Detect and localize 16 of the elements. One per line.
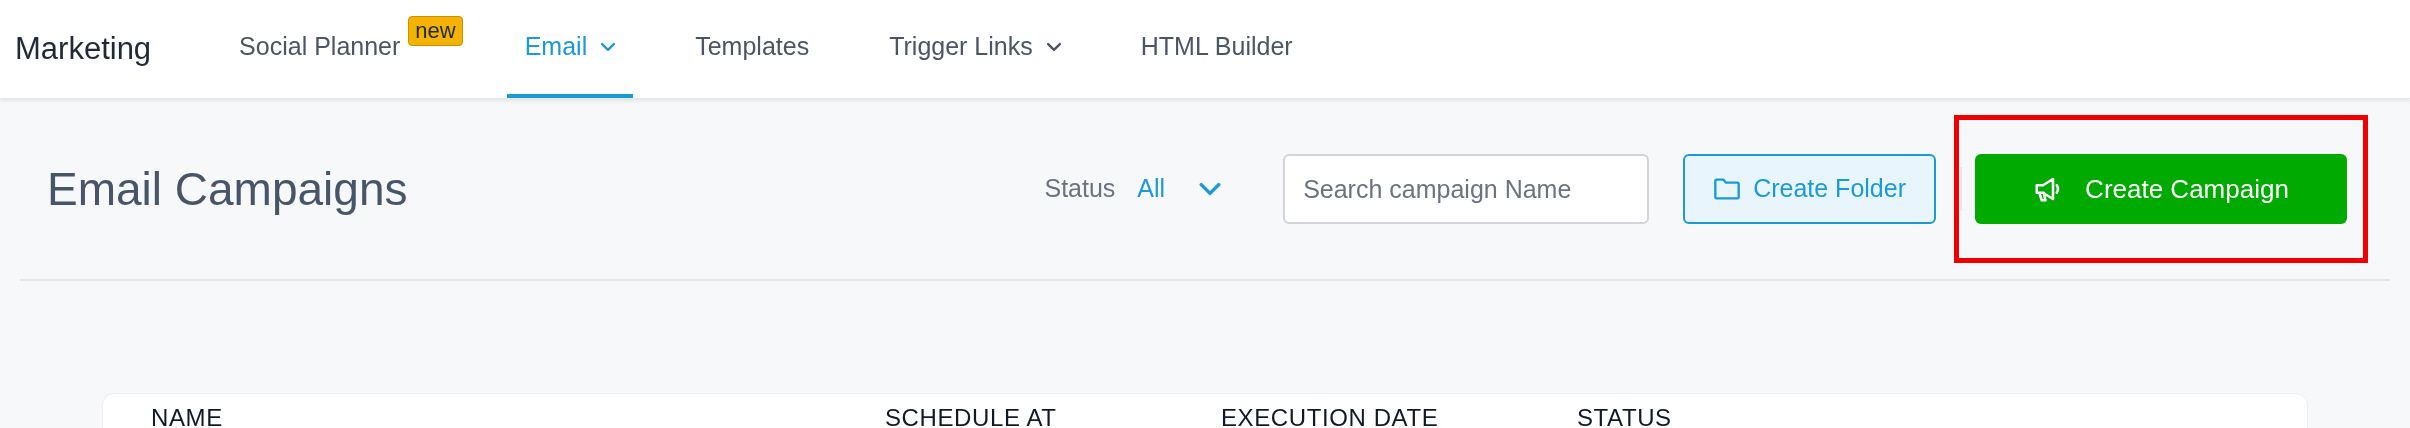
nav-tab[interactable]: HTML Builder — [1122, 0, 1311, 98]
column-header: NAME — [151, 403, 224, 428]
app-title: Marketing — [15, 29, 152, 68]
status-label: Status — [1044, 173, 1116, 205]
search-field[interactable]: Search campaign Name — [1283, 154, 1650, 224]
column-header: SCHEDULE AT — [885, 403, 1058, 428]
chevron-down-icon — [1199, 182, 1222, 196]
nav-tab[interactable]: Trigger Links — [871, 0, 1079, 98]
chevron-down-icon — [1046, 42, 1061, 52]
chevron-down-icon — [601, 42, 616, 52]
column-header: STATUS — [1577, 403, 1672, 428]
folder-icon — [1713, 177, 1742, 201]
column-header: EXECUTION DATE — [1221, 403, 1440, 428]
nav-tab[interactable]: Templates — [677, 0, 828, 98]
page-title: Email Campaigns — [47, 161, 408, 217]
new-badge: new — [408, 16, 463, 46]
